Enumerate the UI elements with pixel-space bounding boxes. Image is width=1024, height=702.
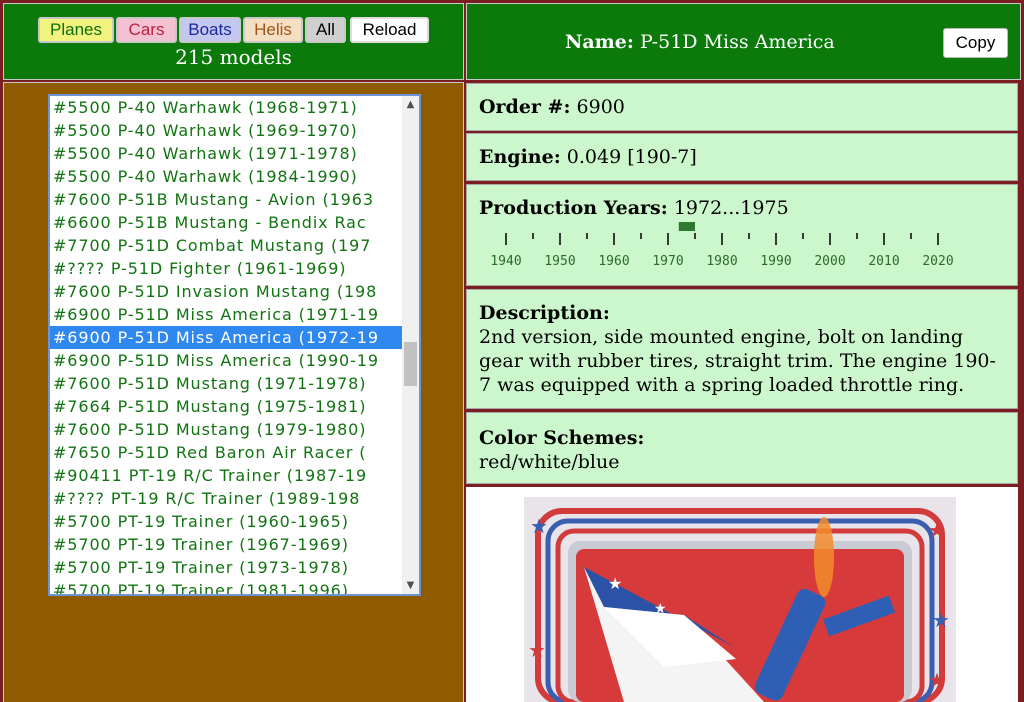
timeline-year-label: 2020 <box>922 254 953 269</box>
svg-text:★: ★ <box>932 608 950 632</box>
list-item[interactable]: #5500 P-40 Warhawk (1984-1990) <box>50 165 402 188</box>
list-item[interactable]: #5700 PT-19 Trainer (1973-1978) <box>50 556 402 579</box>
list-item[interactable]: #5500 P-40 Warhawk (1971-1978) <box>50 142 402 165</box>
model-name: Name: P-51D Miss America <box>565 31 835 53</box>
model-list-items: #5500 P-40 Warhawk (1968-1971) #5500 P-40… <box>50 96 402 594</box>
description-value: 2nd version, side mounted engine, bolt o… <box>479 326 996 396</box>
detail-header: Name: P-51D Miss America Copy <box>466 3 1021 80</box>
name-label: Name: <box>565 31 634 53</box>
svg-text:★: ★ <box>928 668 946 692</box>
list-item[interactable]: #7664 P-51D Mustang (1975-1981) <box>50 395 402 418</box>
list-item[interactable]: #6600 P-51B Mustang - Bendix Rac <box>50 211 402 234</box>
list-item[interactable]: #6900 P-51D Miss America (1990-19 <box>50 349 402 372</box>
order-label: Order #: <box>479 96 571 118</box>
svg-text:★: ★ <box>608 574 622 593</box>
list-item[interactable]: #5700 PT-19 Trainer (1967-1969) <box>50 533 402 556</box>
model-count: 215 models <box>175 45 292 69</box>
name-value: P-51D Miss America <box>639 31 835 53</box>
list-item[interactable]: #???? PT-19 R/C Trainer (1989-198 <box>50 487 402 510</box>
list-scrollbar[interactable]: ▲ ▼ <box>402 96 419 594</box>
cars-filter-button[interactable]: Cars <box>116 17 177 43</box>
svg-text:★: ★ <box>530 514 548 538</box>
reload-button[interactable]: Reload <box>350 17 429 43</box>
list-item[interactable]: #7600 P-51D Mustang (1979-1980) <box>50 418 402 441</box>
timeline-year-label: 1960 <box>598 254 629 269</box>
planes-filter-button[interactable]: Planes <box>38 17 114 43</box>
list-item[interactable]: #???? P-51D Fighter (1961-1969) <box>50 257 402 280</box>
boats-filter-button[interactable]: Boats <box>179 17 241 43</box>
timeline-year-label: 1970 <box>652 254 683 269</box>
production-years-section: Production Years: 1972...1975 1940 1950 19… <box>466 184 1018 286</box>
description-label: Description: <box>479 302 610 324</box>
colors-value: red/white/blue <box>479 451 620 473</box>
colors-label: Color Schemes: <box>479 427 645 449</box>
production-range-bar <box>678 222 695 231</box>
list-item[interactable]: #5500 P-40 Warhawk (1968-1971) <box>50 96 402 119</box>
list-item-selected[interactable]: #6900 P-51D Miss America (1972-19 <box>50 326 402 349</box>
list-item[interactable]: #5700 PT-19 Trainer (1960-1965) <box>50 510 402 533</box>
list-item[interactable]: #7600 P-51D Mustang (1971-1978) <box>50 372 402 395</box>
list-item[interactable]: #5700 PT-19 Trainer (1981-1996) <box>50 579 402 594</box>
list-item[interactable]: #7600 P-51B Mustang - Avion (1963 <box>50 188 402 211</box>
svg-text:★: ★ <box>528 638 546 662</box>
description-section: Description: 2nd version, side mounted e… <box>466 289 1018 409</box>
order-section: Order #: 6900 <box>466 83 1018 131</box>
engine-value: 0.049 [190-7] <box>566 146 697 168</box>
color-schemes-section: Color Schemes: red/white/blue <box>466 412 1018 484</box>
timeline-year-label: 2000 <box>814 254 845 269</box>
list-item[interactable]: #5500 P-40 Warhawk (1969-1970) <box>50 119 402 142</box>
timeline-year-label: 2010 <box>868 254 899 269</box>
list-item[interactable]: #90411 PT-19 R/C Trainer (1987-19 <box>50 464 402 487</box>
engine-section: Engine: 0.049 [190-7] <box>466 133 1018 181</box>
timeline-year-label: 1990 <box>760 254 791 269</box>
scroll-down-arrow-icon[interactable]: ▼ <box>402 577 419 594</box>
list-item[interactable]: #7650 P-51D Red Baron Air Racer ( <box>50 441 402 464</box>
all-filter-button[interactable]: All <box>305 17 346 43</box>
engine-label: Engine: <box>479 146 561 168</box>
svg-text:★: ★ <box>928 518 946 542</box>
list-item[interactable]: #6900 P-51D Miss America (1971-19 <box>50 303 402 326</box>
order-value: 6900 <box>576 96 625 118</box>
timeline-year-label: 1950 <box>544 254 575 269</box>
svg-text:★: ★ <box>654 601 667 617</box>
svg-text:★: ★ <box>628 616 642 635</box>
timeline-year-label: 1940 <box>490 254 521 269</box>
model-listbox[interactable]: #5500 P-40 Warhawk (1968-1971) #5500 P-40… <box>48 94 421 596</box>
filter-header: Planes Cars Boats Helis All Reload 215 m… <box>3 3 464 80</box>
list-item[interactable]: #7600 P-51D Invasion Mustang (198 <box>50 280 402 303</box>
image-panel: ★ ★ ★ ★ ★ ★ ★ ★ <box>466 487 1018 702</box>
list-item[interactable]: #7700 P-51D Combat Mustang (197 <box>50 234 402 257</box>
helis-filter-button[interactable]: Helis <box>243 17 303 43</box>
scrollbar-thumb[interactable] <box>404 342 417 386</box>
timeline-year-label: 1980 <box>706 254 737 269</box>
copy-button[interactable]: Copy <box>943 28 1008 58</box>
production-timeline: 1940 1950 1960 1970 1980 1990 2000 2010 2020 <box>490 222 954 269</box>
product-box-photo-icon: ★ ★ ★ ★ ★ ★ ★ ★ <box>524 497 956 702</box>
scroll-up-arrow-icon[interactable]: ▲ <box>402 96 419 113</box>
list-panel: #5500 P-40 Warhawk (1968-1971) #5500 P-40… <box>3 82 464 702</box>
